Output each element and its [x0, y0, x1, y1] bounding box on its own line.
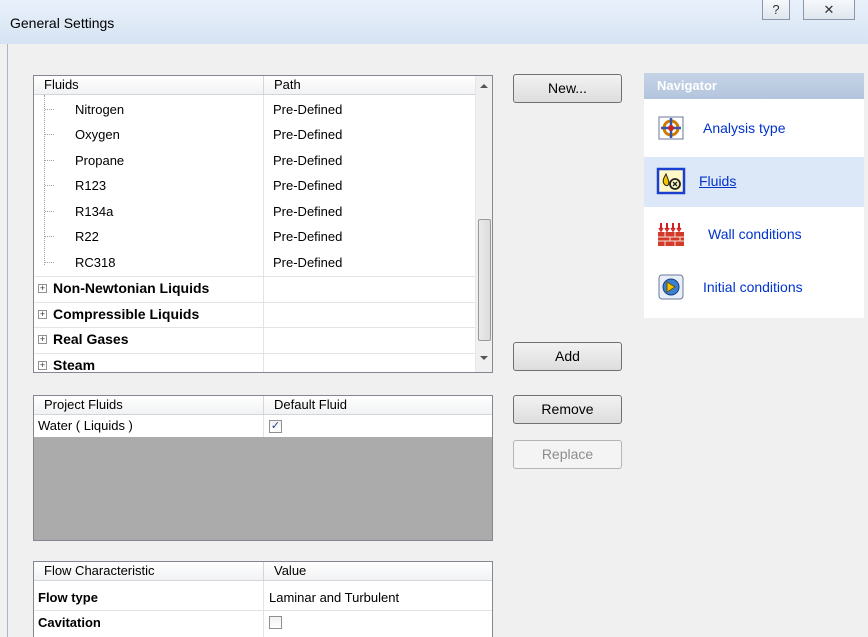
fluid-row[interactable]: R123 Pre-Defined — [34, 173, 476, 198]
fluid-row[interactable]: RC318 Pre-Defined — [34, 250, 476, 275]
tree-branch — [45, 236, 54, 237]
flow-type-value[interactable]: Laminar and Turbulent — [269, 585, 399, 610]
fluids-icon — [656, 167, 686, 195]
title-bar: General Settings ? ✕ — [0, 0, 868, 44]
scroll-up-icon[interactable] — [480, 84, 488, 88]
tree-branch — [45, 109, 54, 110]
fluid-row[interactable]: Nitrogen Pre-Defined — [34, 97, 476, 122]
fluid-path: Pre-Defined — [273, 127, 343, 142]
fluid-group-row[interactable]: + Real Gases — [34, 327, 476, 352]
nav-item-initial-conditions[interactable]: Initial conditions — [644, 263, 864, 313]
tree-branch — [45, 160, 54, 161]
nav-item-label: Analysis type — [703, 120, 786, 136]
cavitation-row[interactable]: Cavitation — [34, 610, 492, 635]
path-column-header[interactable]: Path — [263, 76, 476, 95]
fluid-name: R22 — [75, 229, 99, 244]
expand-icon[interactable]: + — [38, 335, 47, 344]
fluids-scrollbar[interactable] — [475, 76, 492, 372]
fluid-name: R134a — [75, 204, 114, 219]
project-fluid-name: Water ( Liquids ) — [38, 418, 133, 433]
fluid-row[interactable]: Oxygen Pre-Defined — [34, 122, 476, 147]
default-fluid-checkbox[interactable]: ✓ — [269, 420, 282, 433]
fluid-name: RC318 — [75, 255, 116, 270]
fluid-name: Propane — [75, 153, 125, 168]
analysis-type-icon — [658, 116, 684, 140]
add-button[interactable]: Add — [513, 342, 622, 371]
default-fluid-column-header[interactable]: Default Fluid — [263, 396, 492, 415]
fluid-path: Pre-Defined — [273, 153, 343, 168]
remove-button[interactable]: Remove — [513, 395, 622, 424]
fluid-path: Pre-Defined — [273, 204, 343, 219]
project-fluids-table: Project Fluids Default Fluid Water ( Liq… — [33, 395, 493, 541]
column-divider — [263, 415, 264, 437]
nav-item-fluids[interactable]: Fluids — [644, 157, 864, 207]
navigator-title: Navigator — [644, 73, 864, 99]
fluid-group-label: Steam — [53, 357, 96, 373]
fluids-table: Fluids Path Nitrogen Pre-Defined Oxygen Pr… — [33, 75, 493, 373]
fluids-column-header[interactable]: Fluids — [34, 76, 263, 95]
window-title: General Settings — [10, 15, 115, 31]
fluid-name: R123 — [75, 178, 107, 193]
fluid-group-label: Non-Newtonian Liquids — [53, 280, 210, 296]
fluid-path: Pre-Defined — [273, 178, 343, 193]
empty-list-area — [34, 437, 492, 540]
tree-branch — [45, 262, 54, 263]
nav-item-label: Fluids — [699, 173, 737, 189]
scroll-thumb[interactable] — [478, 219, 491, 341]
flow-type-row[interactable]: Flow type Laminar and Turbulent — [34, 585, 492, 610]
expand-icon[interactable]: + — [38, 284, 47, 293]
tree-branch — [45, 211, 54, 212]
value-column-header[interactable]: Value — [263, 562, 492, 581]
cavitation-checkbox[interactable] — [269, 616, 282, 629]
close-icon: ✕ — [823, 1, 835, 17]
fluid-group-row[interactable]: + Steam — [34, 353, 476, 373]
wall-conditions-icon — [658, 223, 684, 246]
help-icon: ? — [772, 2, 780, 17]
flow-characteristic-column-header[interactable]: Flow Characteristic — [34, 562, 263, 581]
fluid-name: Oxygen — [75, 127, 120, 142]
fluid-row[interactable]: Propane Pre-Defined — [34, 148, 476, 173]
flow-type-label: Flow type — [38, 590, 98, 605]
help-button[interactable]: ? — [762, 0, 790, 20]
fluid-group-row[interactable]: + Compressible Liquids — [34, 302, 476, 327]
fluid-group-label: Real Gases — [53, 331, 129, 347]
nav-item-label: Wall conditions — [708, 226, 802, 242]
fluid-name: Nitrogen — [75, 102, 125, 117]
nav-item-label: Initial conditions — [703, 279, 803, 295]
expand-icon[interactable]: + — [38, 361, 47, 370]
fluid-group-label: Compressible Liquids — [53, 306, 200, 322]
cavitation-label: Cavitation — [38, 615, 101, 630]
fluid-path: Pre-Defined — [273, 255, 343, 270]
fluid-row[interactable]: R22 Pre-Defined — [34, 224, 476, 249]
fluid-path: Pre-Defined — [273, 102, 343, 117]
fluid-group-row[interactable]: + Non-Newtonian Liquids — [34, 276, 476, 301]
replace-button: Replace — [513, 440, 622, 469]
fluid-row[interactable]: R134a Pre-Defined — [34, 199, 476, 224]
close-button[interactable]: ✕ — [803, 0, 855, 20]
nav-item-analysis-type[interactable]: Analysis type — [644, 104, 864, 154]
flow-characteristics-table: Flow Characteristic Value Flow type Lami… — [33, 561, 493, 637]
initial-conditions-icon — [658, 274, 684, 300]
scroll-down-icon[interactable] — [480, 356, 488, 360]
project-fluids-column-header[interactable]: Project Fluids — [34, 396, 263, 415]
new-button[interactable]: New... — [513, 74, 622, 103]
navigator-panel: Navigator Analysis type Fluids Wall cond… — [644, 73, 864, 318]
fluid-path: Pre-Defined — [273, 229, 343, 244]
expand-icon[interactable]: + — [38, 310, 47, 319]
tree-branch — [45, 134, 54, 135]
tree-branch — [45, 185, 54, 186]
nav-item-wall-conditions[interactable]: Wall conditions — [644, 210, 864, 260]
